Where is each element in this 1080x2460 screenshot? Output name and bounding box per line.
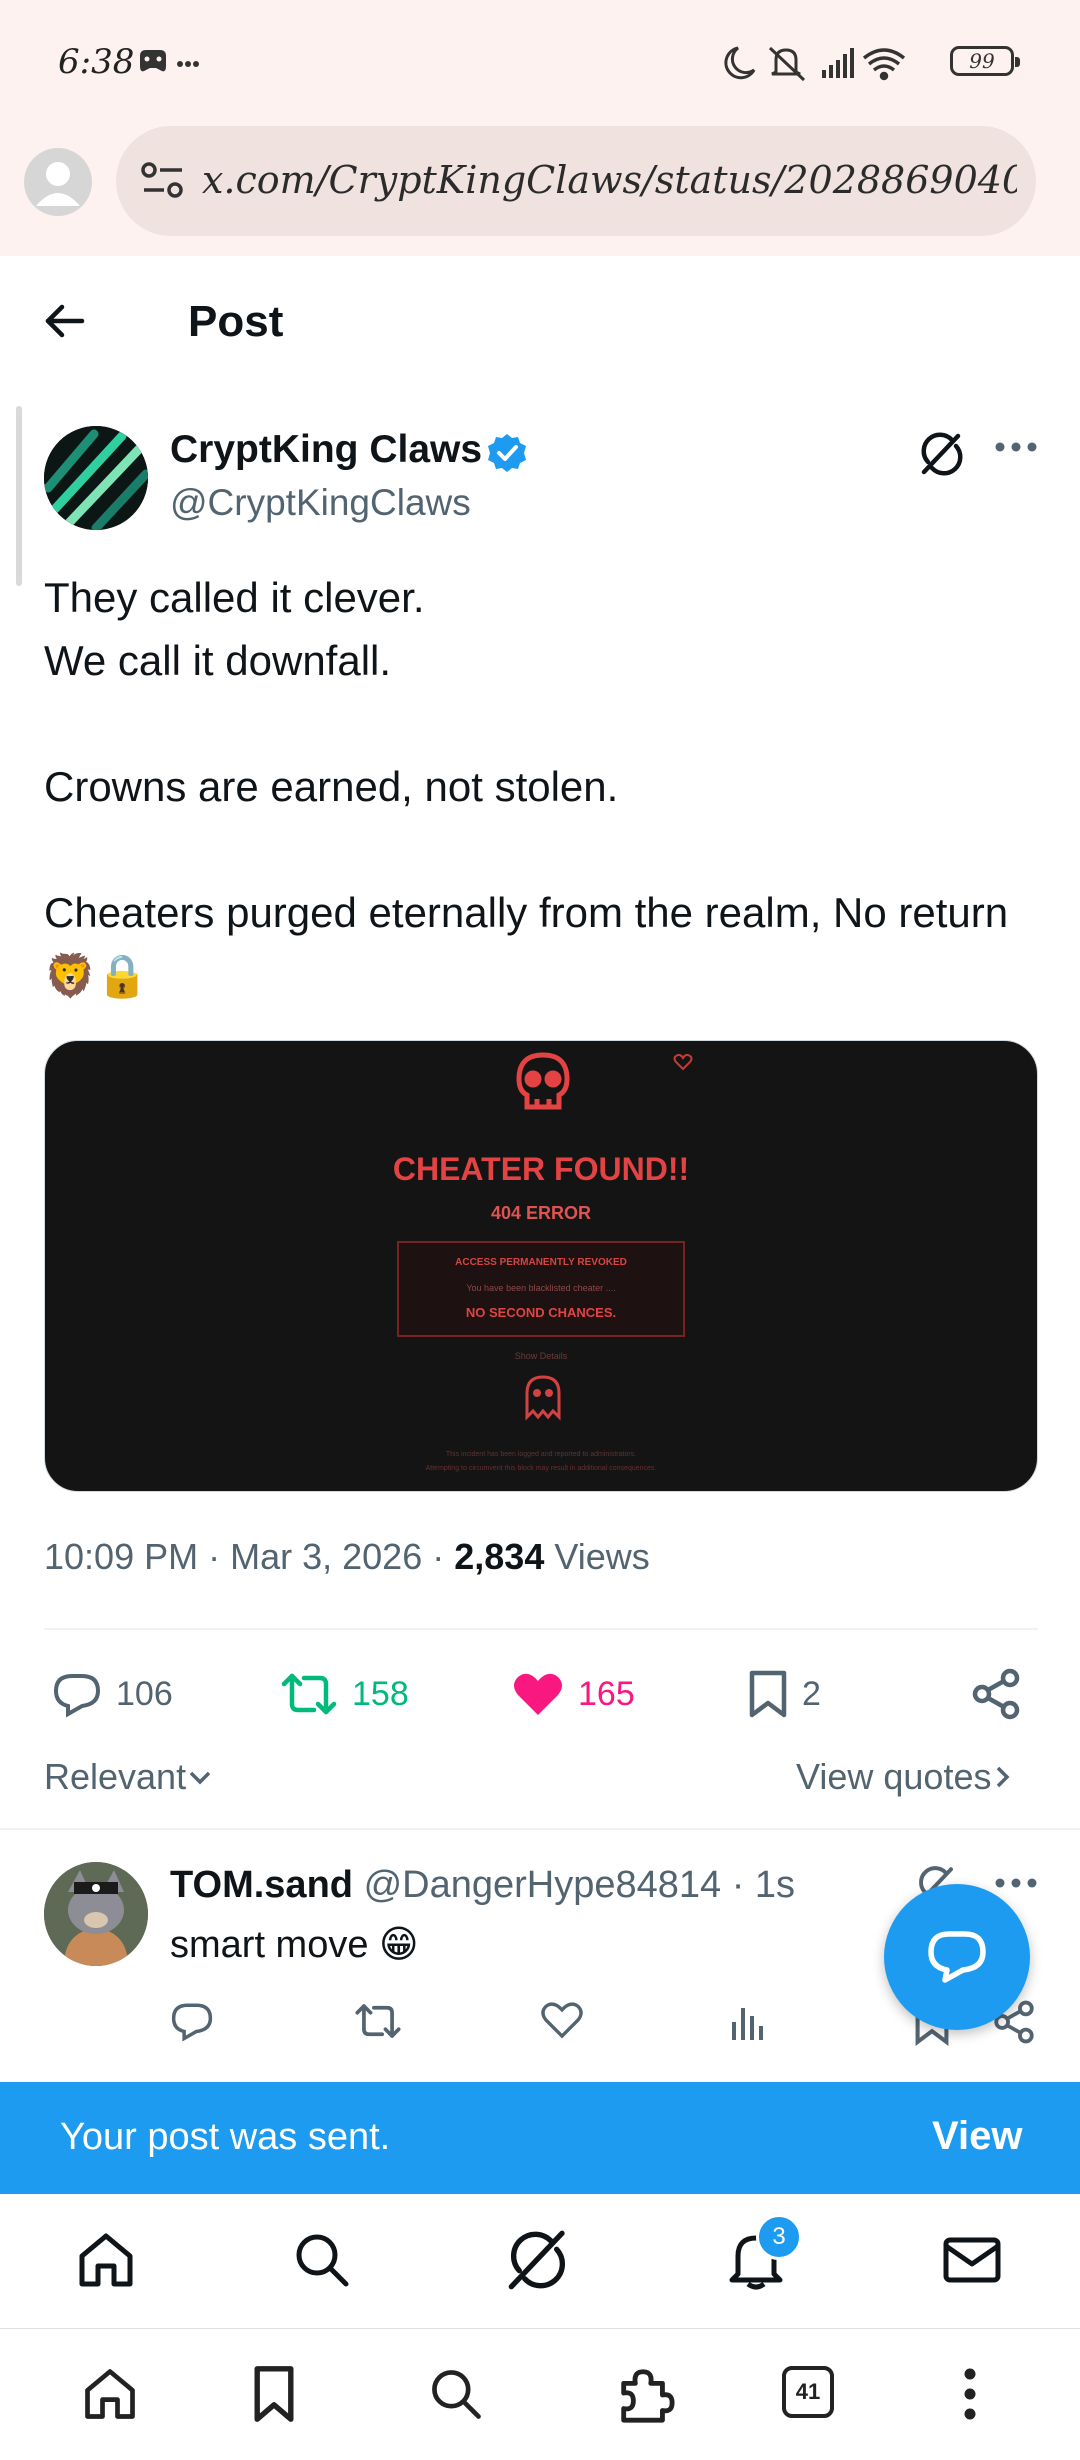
- muted-bell-icon: [768, 46, 806, 82]
- media-alert-text: You have been blacklisted cheater ....: [466, 1283, 616, 1293]
- reply-comment-icon[interactable]: [170, 2000, 214, 2042]
- reply-header: TOM.sand @DangerHype84814 · 1s: [170, 1864, 795, 1907]
- view-quotes-label[interactable]: View quotes: [796, 1756, 991, 1798]
- bookmark-button[interactable]: 2: [748, 1664, 821, 1724]
- grok-icon[interactable]: [918, 430, 966, 478]
- post-date: Mar 3, 2026: [230, 1536, 423, 1577]
- chat-bubble-icon: [927, 1928, 987, 1986]
- media-alert-box: ACCESS PERMANENTLY REVOKED You have been…: [397, 1241, 685, 1337]
- browser-bookmarks-icon[interactable]: [250, 2364, 298, 2424]
- divider: [0, 1828, 1080, 1830]
- browser-menu-icon[interactable]: [958, 2364, 982, 2424]
- small-heart-icon: [673, 1053, 693, 1071]
- chevron-right-icon: [997, 1766, 1010, 1788]
- browser-profile-avatar[interactable]: [24, 148, 92, 216]
- post-sent-toast: Your post was sent. View: [0, 2082, 1080, 2194]
- post-media-image[interactable]: CHEATER FOUND!! 404 ERROR ACCESS PERMANE…: [44, 1040, 1038, 1492]
- post-text-line: We call it downfall.: [44, 637, 392, 684]
- author-name[interactable]: CryptKing Claws: [170, 428, 482, 472]
- compose-reply-button[interactable]: [884, 1884, 1030, 2030]
- notifications-badge: 3: [756, 2214, 802, 2260]
- tab-switcher-button[interactable]: 41: [782, 2366, 834, 2418]
- skull-icon: [515, 1051, 571, 1115]
- chevron-down-icon: [189, 1771, 211, 1785]
- views-label: Views: [554, 1536, 650, 1577]
- messages-mail-icon[interactable]: [940, 2228, 1004, 2292]
- home-icon[interactable]: [74, 2228, 138, 2292]
- toast-message: Your post was sent.: [60, 2116, 391, 2158]
- media-alert-heading: ACCESS PERMANENTLY REVOKED: [455, 1257, 627, 1268]
- share-button[interactable]: [970, 1664, 1036, 1724]
- reply-count: 106: [116, 1674, 173, 1713]
- reply-author-name[interactable]: TOM.sand: [170, 1864, 353, 1906]
- reply-repost-icon[interactable]: [354, 2000, 402, 2042]
- more-options-icon[interactable]: [994, 440, 1038, 454]
- page-title: Post: [188, 297, 284, 346]
- browser-search-icon[interactable]: [426, 2364, 486, 2424]
- bottom-navigation: 3: [0, 2194, 1080, 2329]
- verified-badge-icon: [486, 432, 528, 474]
- bookmark-count: 2: [802, 1674, 821, 1713]
- scroll-indicator[interactable]: [16, 406, 22, 586]
- media-error-code: 404 ERROR: [490, 1203, 592, 1223]
- status-notification-icons: [136, 46, 200, 82]
- like-count: 165: [578, 1674, 635, 1713]
- media-footer-text: This incident has been logged and report…: [445, 1451, 637, 1458]
- site-settings-icon[interactable]: [140, 160, 186, 200]
- status-system-icons: [718, 44, 948, 84]
- back-arrow-icon[interactable]: [40, 296, 90, 346]
- status-time: 6:38: [58, 42, 135, 82]
- post-text-line: Crowns are earned, not stolen.: [44, 763, 619, 810]
- reply-avatar[interactable]: [44, 1862, 148, 1966]
- view-quotes-link[interactable]: View quotes: [796, 1756, 1015, 1798]
- toast-view-button[interactable]: View: [932, 2114, 1022, 2159]
- reply-like-icon[interactable]: [540, 2000, 584, 2040]
- media-alert-emphasis: NO SECOND CHANCES.: [465, 1305, 617, 1320]
- wifi-icon: [862, 48, 906, 81]
- browser-extensions-icon[interactable]: [614, 2364, 676, 2426]
- more-options-icon[interactable]: [994, 1876, 1038, 1890]
- post-metadata: 10:09 PM · Mar 3, 2026 · 2,834 Views: [44, 1536, 650, 1577]
- media-title: CHEATER FOUND!!: [392, 1151, 690, 1187]
- media-show-details: Show Details: [514, 1351, 568, 1361]
- browser-toolbar: 41: [0, 2330, 1080, 2460]
- post-text-line: Cheaters purged eternally from the realm…: [44, 889, 1009, 999]
- browser-home-icon[interactable]: [80, 2364, 140, 2424]
- views-count: 2,834: [454, 1536, 545, 1577]
- author-avatar[interactable]: [44, 426, 148, 530]
- sort-dropdown[interactable]: Relevant: [44, 1756, 214, 1798]
- repost-button[interactable]: 158: [280, 1664, 409, 1724]
- browser-chrome: 6:38 99 x.com/CryptKingClaws/status/2028…: [0, 0, 1080, 256]
- like-button[interactable]: 165: [512, 1664, 635, 1724]
- reply-author-meta[interactable]: @DangerHype84814 · 1s: [364, 1864, 796, 1906]
- reply-views-icon[interactable]: [728, 2000, 768, 2042]
- url-bar[interactable]: x.com/CryptKingClaws/status/202886904048…: [116, 126, 1036, 236]
- grok-nav-icon[interactable]: [506, 2228, 570, 2292]
- repost-count: 158: [352, 1674, 409, 1713]
- post-time: 10:09 PM: [44, 1536, 199, 1577]
- sort-label[interactable]: Relevant: [44, 1756, 186, 1798]
- signal-icon: [822, 48, 854, 78]
- post-text-line: They called it clever.: [44, 574, 425, 621]
- dnd-moon-icon: [724, 46, 756, 80]
- search-icon[interactable]: [290, 2228, 354, 2292]
- ghost-icon: [523, 1373, 563, 1421]
- more-notifications-icon: [177, 61, 199, 67]
- media-footer-warning: Attempting to circumvent this block may …: [425, 1465, 657, 1472]
- author-handle[interactable]: @CryptKingClaws: [170, 482, 471, 524]
- reply-button[interactable]: 106: [52, 1664, 173, 1724]
- game-controller-icon: [140, 50, 166, 72]
- reply-text: smart move 😁: [170, 1924, 419, 1966]
- battery-indicator: 99: [950, 46, 1020, 76]
- url-text[interactable]: x.com/CryptKingClaws/status/202886904048…: [202, 158, 1017, 202]
- divider: [44, 1628, 1038, 1630]
- post-text: They called it clever. We call it downfa…: [44, 566, 1044, 1007]
